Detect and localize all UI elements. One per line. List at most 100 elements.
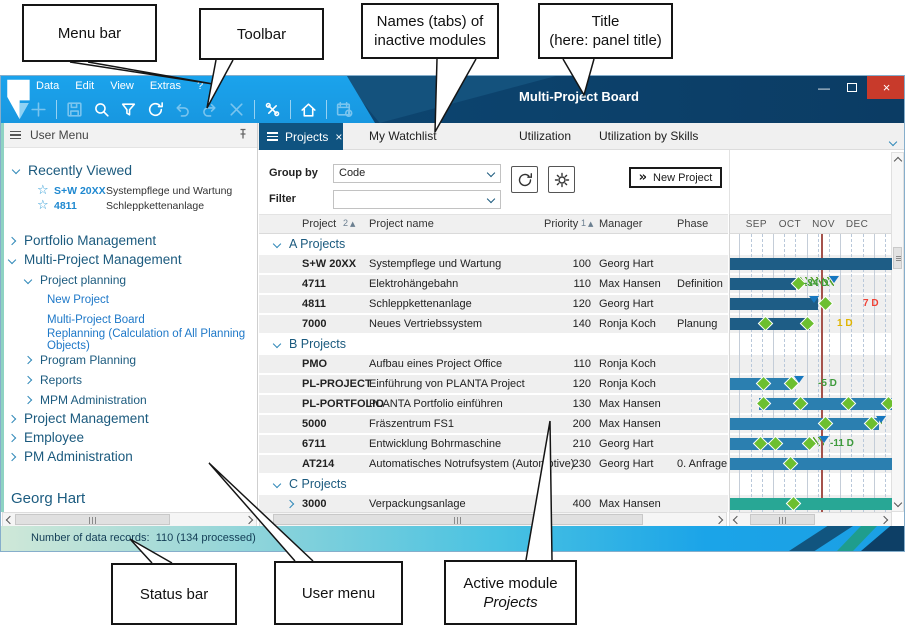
scrollbar-thumb[interactable] [893,247,902,269]
chevron-right-icon[interactable] [8,452,16,460]
chevron-down-icon[interactable] [8,255,16,263]
scroll-right-icon[interactable] [880,516,888,524]
project-code-link[interactable]: PMO [302,358,327,370]
project-code-link[interactable]: PL-PROJECT [302,378,372,390]
home-icon[interactable] [296,98,321,122]
sidebar-link-new-project[interactable]: New Project [47,293,257,307]
tab-close-icon[interactable]: × [335,130,342,144]
col-project[interactable]: Project [302,218,336,230]
sidebar-item-program-planning[interactable]: Program Planning [25,352,257,367]
settings-gear-button[interactable] [548,166,575,193]
new-project-button[interactable]: » New Project [629,167,722,188]
sidebar-item-portfolio-management[interactable]: Portfolio Management [9,233,257,248]
chevron-down-icon[interactable] [273,340,281,348]
chevron-right-icon[interactable] [24,375,32,383]
close-button[interactable]: × [867,76,904,99]
table-row-5000[interactable]: 5000Fräszentrum FS1200Max Hansen [259,414,728,434]
table-row-pmo[interactable]: PMOAufbau eines Project Office110Ronja K… [259,354,728,374]
sidebar-item-pm-administration[interactable]: PM Administration [9,449,257,464]
chevron-right-icon[interactable] [8,414,16,422]
chevron-down-icon[interactable] [12,166,20,174]
tab-my-watchlist[interactable]: My Watchlist [369,129,437,143]
project-code-link[interactable]: 5000 [302,418,326,430]
menu-item-extras[interactable]: Extras [150,80,181,92]
menu-item-help[interactable]: ? [197,80,203,92]
project-code-link[interactable]: 3000 [302,498,326,510]
table-row-6711[interactable]: 6711Entwicklung Bohrmaschine210Georg Har… [259,434,728,454]
tab-utilization[interactable]: Utilization [519,129,571,143]
sidebar-menu-icon[interactable] [10,131,21,140]
scrollbar-thumb[interactable] [750,514,815,525]
refresh-icon[interactable] [143,98,168,122]
group-row-c-projects[interactable]: C Projects [259,474,728,494]
sidebar-item-multi-project-management[interactable]: Multi-Project Management [9,252,257,267]
chevron-right-icon[interactable] [8,236,16,244]
menu-item-edit[interactable]: Edit [75,80,94,92]
scroll-left-icon[interactable] [6,516,14,524]
vertical-scrollbar[interactable] [891,152,904,512]
sidebar-item-employee[interactable]: Employee [9,430,257,445]
table-hscrollbar[interactable] [259,512,727,527]
gantt-bar[interactable] [730,498,892,510]
sidebar-link-replanning-calculation-of-all-planning-objects[interactable]: Replanning (Calculation of All Planning … [47,333,257,347]
project-code-link[interactable]: S+W 20XX [302,258,356,270]
tab-utilization-by-skills[interactable]: Utilization by Skills [599,129,698,143]
chevron-down-icon[interactable] [273,480,281,488]
project-code-link[interactable]: 4811 [302,298,326,310]
group-row-b-projects[interactable]: B Projects [259,334,728,354]
col-manager[interactable]: Manager [599,218,642,230]
gantt-bar[interactable] [730,258,892,270]
sidebar-item-recently-viewed[interactable]: Recently Viewed [13,161,257,179]
module-menu-icon[interactable] [267,132,278,141]
scroll-down-icon[interactable] [894,499,902,507]
menu-item-view[interactable]: View [110,80,134,92]
table-row-s-w-20xx[interactable]: S+W 20XXSystempflege und Wartung100Georg… [259,254,728,274]
gantt-bar[interactable] [730,418,879,430]
scroll-up-icon[interactable] [894,157,902,165]
chevron-right-icon[interactable] [24,355,32,363]
col-priority[interactable]: Priority [544,218,578,230]
project-code-link[interactable]: AT214 [302,458,334,470]
chevron-down-icon[interactable] [273,240,281,248]
table-row-pl-portfolio[interactable]: PL-PORTFOLIOPLANTA Portfolio einführen13… [259,394,728,414]
sidebar-item-project-management[interactable]: Project Management [9,411,257,426]
table-row-4711[interactable]: 4711Elektrohängebahn110Max HansenDefinit… [259,274,728,294]
project-code-link[interactable]: 6711 [302,438,326,450]
maximize-button[interactable] [839,76,865,99]
scrollbar-thumb[interactable] [273,514,643,525]
group-row-a-projects[interactable]: A Projects [259,234,728,254]
menu-item-data[interactable]: Data [36,80,59,92]
favorite-item-s-w-20xx[interactable]: ☆S+W 20XXSystempflege und Wartung [37,183,257,198]
gantt-bar[interactable] [730,458,892,470]
star-icon[interactable]: ☆ [37,198,54,213]
table-row-3000[interactable]: 3000Verpackungsanlage400Max Hansen [259,494,728,512]
pin-icon[interactable] [237,128,249,143]
star-icon[interactable]: ☆ [37,183,54,198]
scroll-right-icon[interactable] [715,516,723,524]
chevron-right-icon[interactable] [24,395,32,403]
gantt-bar[interactable] [759,398,892,410]
project-code-link[interactable]: 4711 [302,278,326,290]
table-row-4811[interactable]: 4811Schleppkettenanlage120Georg Hart [259,294,728,314]
chevron-right-icon[interactable] [8,433,16,441]
refresh-button[interactable] [511,166,538,193]
tools-icon[interactable] [260,98,285,122]
filter-select[interactable] [333,190,501,209]
sidebar-item-project-planning[interactable]: Project planning [25,272,257,287]
group-by-select[interactable]: Code [333,164,501,183]
gantt-bar[interactable] [730,298,818,310]
gantt-bar[interactable] [730,278,796,290]
minimize-button[interactable]: — [811,76,837,99]
scroll-right-icon[interactable] [245,516,253,524]
scrollbar-thumb[interactable] [15,514,170,525]
sidebar-item-reports[interactable]: Reports [25,372,257,387]
tab-list-dropdown-icon[interactable] [890,132,896,150]
col-phase[interactable]: Phase [677,218,708,230]
search-icon[interactable] [89,98,114,122]
scroll-left-icon[interactable] [733,516,741,524]
sidebar-hscrollbar[interactable] [2,512,257,527]
tab-projects-active[interactable]: Projects × [259,123,343,150]
favorite-item-4811[interactable]: ☆4811Schleppkettenanlage [37,198,257,213]
table-row-7000[interactable]: 7000Neues Vertriebssystem140Ronja KochPl… [259,314,728,334]
table-row-at214[interactable]: AT214Automatisches Notrufsystem (Automot… [259,454,728,474]
